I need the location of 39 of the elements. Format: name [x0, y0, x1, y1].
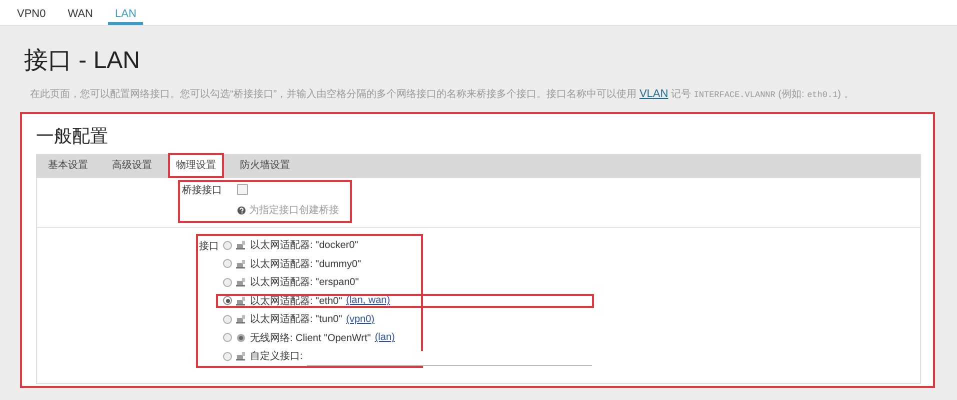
settings-tab[interactable]: 防火墙设置: [232, 153, 298, 178]
bridge-checkbox[interactable]: [237, 184, 248, 195]
field-label: 桥接接口: [182, 184, 223, 197]
option-label: 以太网适配器: "eth0": [250, 294, 342, 308]
field-label: 接口: [199, 240, 220, 254]
adapter-icon: [236, 240, 246, 250]
page-title: 接口 - LAN: [24, 46, 142, 76]
nav-tab[interactable]: WAN: [60, 0, 100, 25]
radio-button[interactable]: [223, 296, 232, 306]
section-title: 一般配置: [36, 125, 109, 148]
adapter-icon: [236, 277, 246, 288]
option-label: 无线网络: Client "OpenWrt": [250, 332, 371, 345]
radio-button[interactable]: [223, 278, 232, 287]
settings-tab[interactable]: 基本设置: [40, 153, 96, 178]
adapter-icon: [236, 314, 246, 324]
option-label: 以太网适配器: "docker0": [250, 238, 358, 252]
network-link[interactable]: (lan): [374, 332, 395, 344]
adapter-icon: [236, 296, 246, 306]
hint-text: 为指定接口创建桥接: [249, 204, 339, 217]
help-icon: [237, 206, 246, 214]
adapter-icon: [236, 258, 246, 269]
option-label: 自定义接口:: [250, 350, 303, 364]
option-label: 以太网适配器: "erspan0": [250, 276, 359, 290]
radio-button[interactable]: [223, 352, 232, 361]
adapter-icon: [236, 351, 246, 362]
network-link[interactable]: (lan, wan): [346, 295, 390, 306]
page-description: 在此页面，您可以配置网络接口。您可以勾选“桥接接口”，并输入由空格分隔的多个网络接口的名称来桥接多个接口。接口名称中可以使用 VLAN 记号 INTERFACE.VLANNR (例如: eth0.1) 。: [30, 87, 855, 102]
vlan-link[interactable]: VLAN: [639, 88, 668, 100]
nav-tab[interactable]: VPN0: [10, 0, 53, 25]
radio-button[interactable]: [223, 314, 232, 324]
network-link[interactable]: (vpn0): [346, 314, 374, 325]
option-label: 以太网适配器: "tun0": [250, 312, 342, 326]
settings-tab[interactable]: 高级设置: [104, 153, 160, 178]
wireless-icon: [236, 332, 246, 343]
option-label: 以太网适配器: "dummy0": [250, 258, 362, 271]
radio-button[interactable]: [223, 333, 232, 342]
radio-button[interactable]: [223, 240, 232, 250]
settings-tab[interactable]: 物理设置: [168, 153, 224, 178]
radio-button[interactable]: [223, 259, 232, 268]
